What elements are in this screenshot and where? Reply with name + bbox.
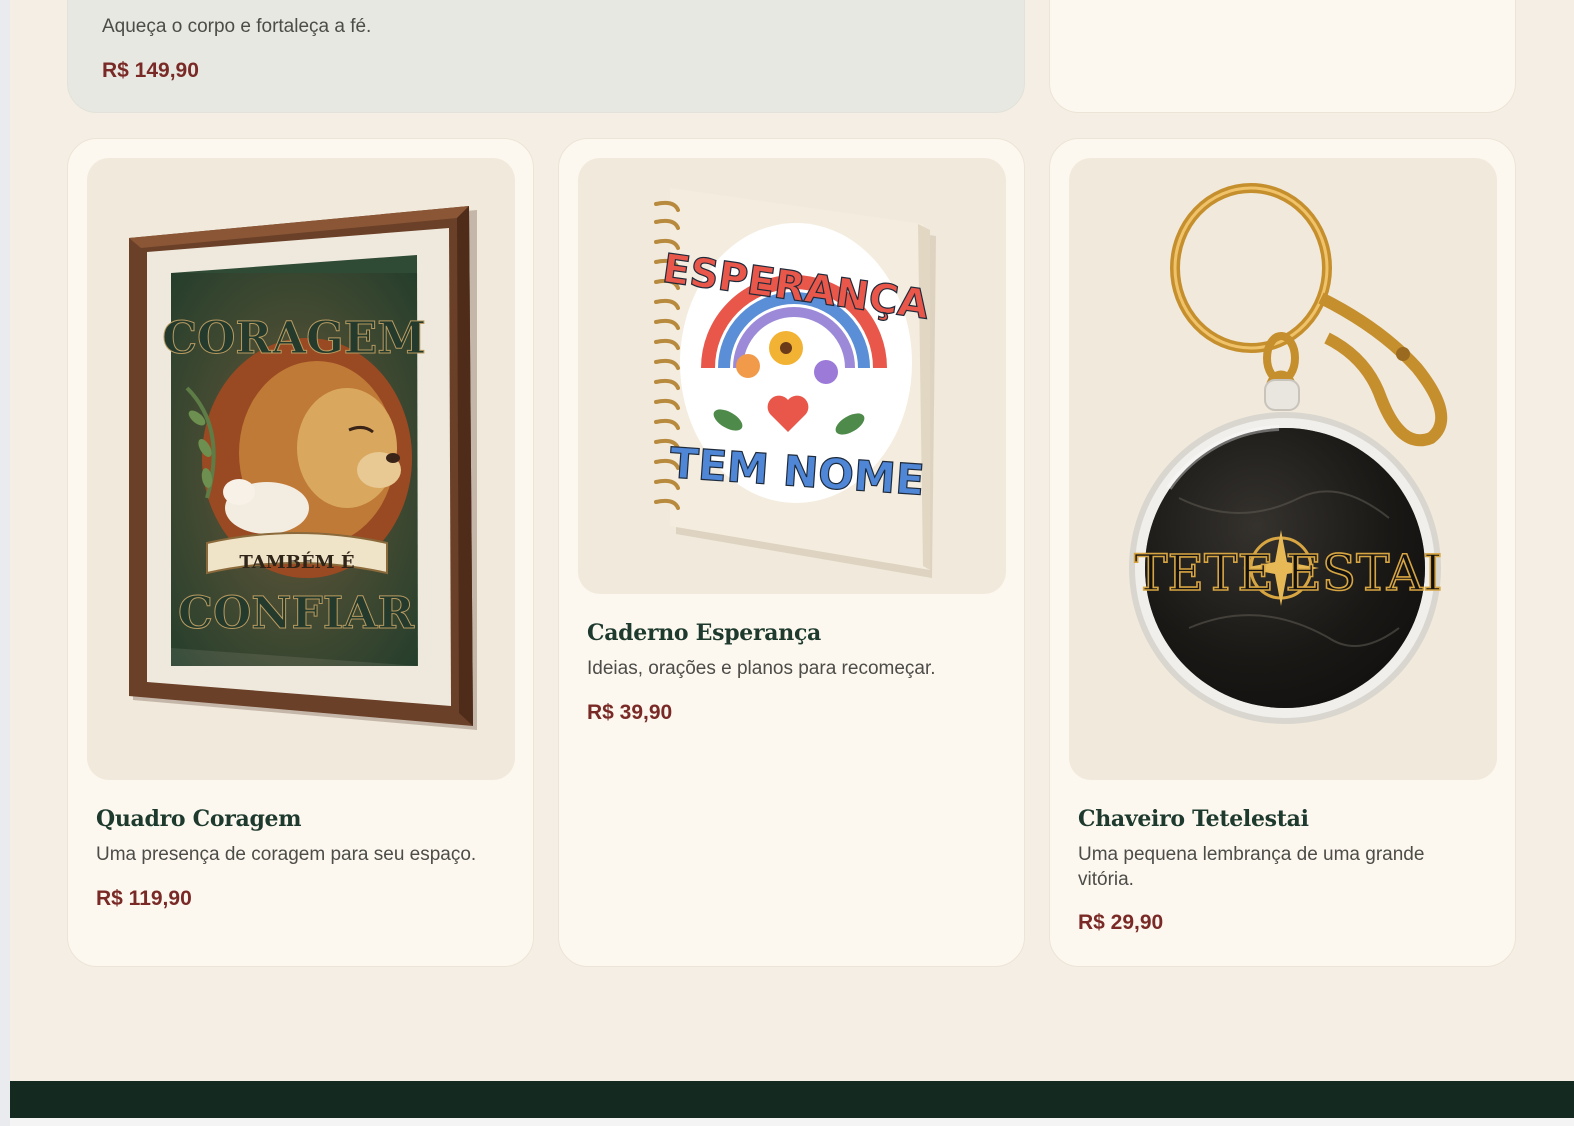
product-card-quadro-coragem[interactable]: CORAGEM TAMBÉM É CONFIAR Quadro Coragem … bbox=[67, 138, 534, 967]
product-description: Uma presença de coragem para seu espaço. bbox=[96, 844, 477, 865]
product-title[interactable]: Caderno Esperança bbox=[587, 620, 821, 646]
product-title[interactable]: Quadro Coragem bbox=[96, 806, 302, 832]
product-card-top-right[interactable] bbox=[1049, 0, 1516, 113]
product-price: R$ 149,90 bbox=[102, 59, 199, 82]
product-description: Uma pequena lembrança de uma grande vitó… bbox=[1078, 844, 1425, 890]
product-title[interactable]: Chaveiro Tetelestai bbox=[1078, 806, 1309, 832]
svg-text:TETE: TETE bbox=[1134, 544, 1274, 602]
left-rail bbox=[0, 0, 10, 1126]
svg-text:CORAGEM: CORAGEM bbox=[162, 313, 426, 364]
product-price: R$ 29,90 bbox=[1078, 911, 1164, 934]
product-card-featured[interactable]: Aqueça o corpo e fortaleça a fé. R$ 149,… bbox=[67, 0, 1025, 113]
svg-text:CONFIAR: CONFIAR bbox=[178, 588, 415, 639]
keychain-image[interactable]: TETE ESTAI bbox=[1069, 158, 1497, 780]
spiral-notebook-image[interactable]: ESPERANÇA TEM NOME bbox=[578, 158, 1006, 594]
product-price: R$ 119,90 bbox=[96, 887, 192, 910]
product-description: Ideias, orações e planos para recomeçar. bbox=[587, 658, 936, 679]
product-description: Aqueça o corpo e fortaleça a fé. bbox=[102, 16, 372, 37]
product-card-caderno-esperanca[interactable]: ESPERANÇA TEM NOME Caderno Esperança Ide… bbox=[558, 138, 1025, 967]
framed-lion-print-image[interactable]: CORAGEM TAMBÉM É CONFIAR bbox=[87, 158, 515, 780]
product-price: R$ 39,90 bbox=[587, 701, 673, 724]
footer-bottom-strip bbox=[10, 1118, 1574, 1126]
product-card-chaveiro-tetelestai[interactable]: TETE ESTAI Chaveiro Tetelestai Uma peque… bbox=[1049, 138, 1516, 967]
svg-text:TAMBÉM É: TAMBÉM É bbox=[239, 550, 354, 573]
svg-text:ESTAI: ESTAI bbox=[1285, 544, 1442, 602]
site-footer bbox=[10, 1081, 1574, 1118]
